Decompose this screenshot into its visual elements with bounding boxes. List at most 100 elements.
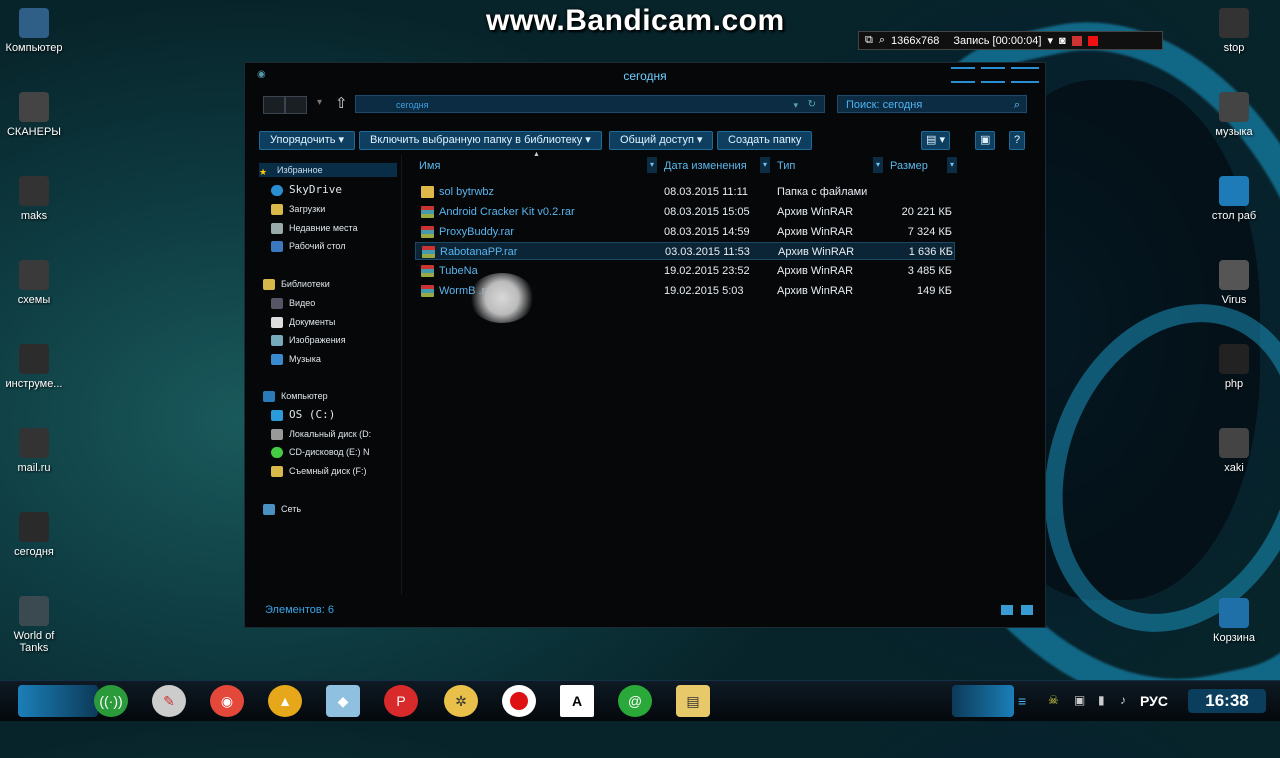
nav-network[interactable]: Сеть bbox=[263, 502, 301, 516]
col-name-dropdown-icon[interactable]: ▾ bbox=[647, 157, 657, 173]
maximize-icon[interactable] bbox=[981, 67, 1005, 83]
back-button[interactable] bbox=[263, 96, 285, 114]
nav-computer[interactable]: Компьютер bbox=[263, 389, 328, 403]
signal-tray-icon[interactable]: ▮ bbox=[1098, 693, 1105, 707]
resolution-icon[interactable]: ⌕ bbox=[879, 34, 885, 47]
chevron-down-icon[interactable]: ▾ bbox=[1047, 34, 1053, 47]
nav-music[interactable]: Музыка bbox=[271, 352, 321, 366]
desktop-icon-4[interactable]: инструме... bbox=[0, 344, 74, 390]
nav-video[interactable]: Видео bbox=[271, 296, 315, 310]
col-size-dropdown-icon[interactable]: ▾ bbox=[947, 157, 957, 173]
desktop-icon-label: стол раб bbox=[1211, 210, 1257, 222]
up-arrow-icon[interactable]: ⇧ bbox=[335, 94, 348, 112]
view-options-icon[interactable]: ▤ ▾ bbox=[921, 131, 950, 150]
nav-libraries[interactable]: Библиотеки bbox=[263, 277, 330, 291]
explorer-app-icon[interactable]: ▤ bbox=[676, 685, 710, 717]
desktop-icon-0[interactable]: Компьютер bbox=[0, 8, 74, 54]
address-dropdown-icon[interactable]: ▾ bbox=[793, 96, 798, 114]
text-app-icon[interactable]: A bbox=[560, 685, 594, 717]
refresh-icon[interactable]: ↻ bbox=[808, 96, 816, 114]
desktop-icon-0[interactable]: stop bbox=[1194, 8, 1274, 54]
images-icon bbox=[271, 335, 283, 347]
pane-splitter[interactable] bbox=[401, 155, 402, 595]
desktop-icon-2[interactable]: стол раб bbox=[1194, 176, 1274, 222]
col-name[interactable]: Имя bbox=[419, 160, 440, 172]
nav-cd-drive[interactable]: CD-дисковод (E:) N bbox=[271, 445, 370, 459]
file-row[interactable]: RabotanaPP.rar 03.03.2015 11:53 Архив WinR… bbox=[415, 242, 955, 261]
nav-downloads[interactable]: Загрузки bbox=[271, 202, 325, 216]
pause-icon[interactable] bbox=[1071, 35, 1082, 46]
skull-tray-icon[interactable]: ☠ bbox=[1048, 693, 1059, 707]
desktop-icon-3[interactable]: схемы bbox=[0, 260, 74, 306]
desktop-icon-1[interactable]: СКАНЕРЫ bbox=[0, 92, 74, 138]
file-row[interactable]: ProxyBuddy.rar 08.03.2015 14:59 Архив WinR… bbox=[415, 223, 955, 241]
menu-icon[interactable]: ≡ bbox=[1018, 693, 1026, 709]
file-size: 7 324 КБ bbox=[907, 225, 952, 238]
desktop-icon-2[interactable]: maks bbox=[0, 176, 74, 222]
camera-icon[interactable]: ◙ bbox=[1059, 35, 1066, 47]
recycle-bin-icon bbox=[1219, 598, 1249, 628]
desktop-icon-5[interactable]: xaki bbox=[1194, 428, 1274, 474]
nav-documents[interactable]: Документы bbox=[271, 315, 335, 329]
language-indicator[interactable]: РУС bbox=[1140, 693, 1168, 709]
preview-pane-icon[interactable]: ▣ bbox=[975, 131, 996, 150]
desktop-icon-4[interactable]: php bbox=[1194, 344, 1274, 390]
col-type-dropdown-icon[interactable]: ▾ bbox=[873, 157, 883, 173]
large-icons-view-icon[interactable] bbox=[1021, 605, 1033, 615]
volume-tray-icon[interactable]: ♪ bbox=[1120, 693, 1126, 707]
tray-icon-1[interactable]: ▣ bbox=[1074, 693, 1085, 707]
desktop-icon-6[interactable]: сегодня bbox=[0, 512, 74, 558]
desktop-icon-6[interactable]: Корзина bbox=[1194, 598, 1274, 644]
downloads-icon bbox=[271, 204, 283, 216]
address-text: сегодня bbox=[396, 100, 429, 110]
col-size[interactable]: Размер bbox=[890, 160, 928, 172]
warning-app-icon[interactable]: ▲ bbox=[268, 685, 302, 717]
new-folder-button[interactable]: Создать папку bbox=[717, 131, 813, 150]
nav-desktop[interactable]: Рабочий стол bbox=[271, 239, 346, 253]
desk-icon bbox=[1219, 176, 1249, 206]
recorder-bar[interactable]: ⧉ ⌕ 1366x768 Запись [00:00:04] ▾ ◙ bbox=[858, 31, 1163, 50]
nav-local-drive[interactable]: Локальный диск (D: bbox=[271, 427, 371, 441]
nav-skydrive[interactable]: SkyDrive bbox=[271, 183, 342, 197]
desktop-icon-7[interactable]: World of Tanks bbox=[0, 596, 74, 654]
record-app-icon[interactable] bbox=[502, 685, 536, 717]
details-view-icon[interactable] bbox=[1001, 605, 1013, 615]
search-icon[interactable]: ⌕ bbox=[1014, 96, 1020, 114]
forward-button[interactable] bbox=[285, 96, 307, 114]
start-button[interactable] bbox=[18, 685, 98, 717]
antenna-app-icon[interactable]: ((·)) bbox=[94, 685, 128, 717]
wheel-app-icon[interactable]: ✲ bbox=[444, 685, 478, 717]
nav-recent[interactable]: Недавние места bbox=[271, 221, 358, 235]
clock[interactable]: 16:38 bbox=[1188, 689, 1266, 713]
window-app-icon[interactable]: ◆ bbox=[326, 685, 360, 717]
col-date-dropdown-icon[interactable]: ▾ bbox=[760, 157, 770, 173]
file-row[interactable]: Android Cracker Kit v0.2.rar 08.03.2015 1… bbox=[415, 203, 955, 221]
paint-app-icon[interactable]: ✎ bbox=[152, 685, 186, 717]
desktop-icon-5[interactable]: mail.ru bbox=[0, 428, 74, 474]
mail-agent-icon[interactable]: @ bbox=[618, 685, 652, 717]
search-box[interactable]: Поиск: сегодня ⌕ bbox=[837, 95, 1027, 113]
share-button[interactable]: Общий доступ ▾ bbox=[609, 131, 714, 150]
desktop-icon-3[interactable]: Virus bbox=[1194, 260, 1274, 306]
col-date[interactable]: Дата изменения bbox=[664, 160, 747, 172]
chrome-icon[interactable]: ◉ bbox=[210, 685, 244, 717]
minimize-icon[interactable] bbox=[951, 67, 975, 83]
file-type: Архив WinRAR bbox=[777, 265, 854, 278]
nav-favorites[interactable]: ★ Избранное bbox=[259, 163, 397, 177]
nav-images[interactable]: Изображения bbox=[271, 333, 346, 347]
close-icon[interactable] bbox=[1011, 67, 1039, 83]
stop-record-icon[interactable] bbox=[1087, 35, 1098, 46]
pinterest-app-icon[interactable]: P bbox=[384, 685, 418, 717]
include-library-button[interactable]: Включить выбранную папку в библиотеку ▾ bbox=[359, 131, 602, 150]
organize-button[interactable]: Упорядочить ▾ bbox=[259, 131, 356, 150]
desktop-icon-1[interactable]: музыка bbox=[1194, 92, 1274, 138]
monitor-icon[interactable]: ⧉ bbox=[865, 34, 873, 47]
file-row[interactable]: sol bytrwbz 08.03.2015 11:11 Папка с файла… bbox=[415, 183, 955, 201]
nav-removable-drive[interactable]: Съемный диск (F:) bbox=[271, 464, 367, 478]
recent-pages-icon[interactable]: ▾ bbox=[317, 97, 322, 108]
help-icon[interactable]: ? bbox=[1009, 131, 1026, 150]
explorer-window[interactable]: ◉ сегодня ▾ ⇧ сегодня ▾ ↻ Поиск: сегодня… bbox=[244, 62, 1046, 628]
address-bar[interactable]: сегодня ▾ ↻ bbox=[355, 95, 825, 113]
col-type[interactable]: Тип bbox=[777, 160, 795, 172]
nav-os-drive[interactable]: OS (C:) bbox=[271, 408, 335, 422]
